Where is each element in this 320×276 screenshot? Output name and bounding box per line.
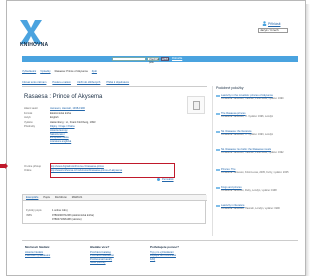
similar-item-link[interactable]: Princes: The xyxy=(216,168,296,172)
similar-item-meta: Od autora: Jameson, Hannah, 1938-1990, v… xyxy=(221,151,284,155)
login-link[interactable]: Přihlásit xyxy=(268,22,280,26)
cite-button[interactable]: Citovat tento záznam xyxy=(22,81,46,86)
similar-item-meta: Od autora: Jameson, Hannah, Londýn, vydá… xyxy=(221,207,280,211)
similar-item: Sk. Rasaesa: the literature Od autora: J… xyxy=(216,130,296,137)
book-cover xyxy=(187,96,205,114)
favorite-button[interactable]: Uložit do oblíbených xyxy=(77,81,100,86)
footer-link[interactable]: Nové položky xyxy=(90,261,150,265)
footer: Možnosti hledání Historie hledání Pokroč… xyxy=(22,240,298,270)
similar-item-meta: Od autora: Jameson, Ruby, Londýn, vydáno… xyxy=(221,189,277,193)
tab-extended[interactable]: Rozšířené xyxy=(55,195,67,200)
similar-item-link[interactable]: Kings and princes xyxy=(216,186,296,190)
order-button[interactable]: Přidat k objednávce xyxy=(106,81,129,86)
subject-link[interactable]: Historie Evropy xyxy=(50,129,75,132)
logo-icon xyxy=(20,20,42,44)
page-title: Rasaesa : Prince of Akysema xyxy=(24,94,103,100)
book-placeholder-icon xyxy=(192,100,200,110)
holdings-panel: Exempláře Popis Rozšířené MARC21 Fyzický… xyxy=(22,194,207,224)
permalink-link[interactable]: Permalink xyxy=(162,178,174,181)
breadcrumb-back[interactable]: Zpět xyxy=(92,70,97,74)
tab-description[interactable]: Popis xyxy=(43,195,50,200)
holdings-row: 9780471096198 (vázáno) xyxy=(26,218,196,223)
footer-column: Hledáte více? Procházet katalog Procháze… xyxy=(90,245,150,265)
subjects-row: Předměty Dějiny / Kraje / Praha Historie… xyxy=(24,125,189,147)
permalink-icon xyxy=(157,178,160,181)
similar-item-meta: Od autora: Jameson, Kristi Lucas, 2005, … xyxy=(221,171,289,175)
similar-item: Lascivity in literature Od autora: James… xyxy=(216,204,296,211)
breadcrumb-item[interactable]: Vyhledávání xyxy=(22,70,36,74)
similar-item-link[interactable]: Lascivity in the novelists: princes of A… xyxy=(216,94,296,98)
holdings-tabs: Exempláře Popis Rozšířené MARC21 xyxy=(23,195,207,201)
page-shadow xyxy=(306,4,310,276)
footer-link[interactable]: FAQ xyxy=(150,258,210,262)
similar-item: Princes: The Od autora: Jameson, Kristi … xyxy=(216,168,296,175)
similar-item-link[interactable]: Lascivity in literature xyxy=(216,204,296,208)
similar-heading: Podobné položky xyxy=(216,86,244,90)
holdings-rows: Fyzický popis 1 online zdroj ISBN 978019… xyxy=(26,209,196,223)
subject-link[interactable]: Literatura anglická xyxy=(50,140,75,143)
language-select[interactable]: Jazyk / Czech xyxy=(258,28,288,33)
highlight-box xyxy=(50,163,175,178)
footer-heading: Potřebujete pomoc? xyxy=(150,245,180,249)
footer-column: Možnosti hledání Historie hledání Pokroč… xyxy=(25,245,85,258)
similar-item: Kings and princes Od autora: Jameson, Ru… xyxy=(216,186,296,193)
logo-text: KNIHOVNA xyxy=(20,42,49,48)
footer-link[interactable]: Pokročilé vyhledávání xyxy=(25,254,85,258)
subject-link[interactable]: Evropská města xyxy=(50,136,75,139)
search-input[interactable] xyxy=(112,57,146,61)
similar-item: Sk. Rasaesa: Isu bello: the Rasaesa nove… xyxy=(216,148,296,155)
subjects-list: Dějiny / Kraje / Praha Historie Evropy N… xyxy=(50,125,75,147)
similar-item-meta: Od autora: Jameson, Hannah, 1938-1990, v… xyxy=(221,97,284,101)
subjects-label: Předměty xyxy=(24,125,36,129)
arrow-pointer-icon xyxy=(0,163,8,169)
holdings-label xyxy=(26,218,52,223)
breadcrumb-item[interactable]: Výsledky xyxy=(40,70,50,74)
similar-item-link[interactable]: Sk. Rasaesa: the literature xyxy=(216,130,296,134)
breadcrumb-current: Rasaesa: Prince of Akysema xyxy=(54,70,88,73)
similar-items-panel: Podobné položky Lascivity in the novelis… xyxy=(212,86,296,236)
subject-link[interactable]: Dějiny / Kraje / Praha xyxy=(50,125,75,128)
record-actions: Citovat tento záznam Poslat e-mailem Ulo… xyxy=(22,81,207,87)
tab-holdings[interactable]: Exempláře xyxy=(26,195,38,200)
footer-column: Potřebujete pomoc? Tipy pro vyhledávání … xyxy=(150,245,210,261)
footer-heading: Hledáte více? xyxy=(90,245,110,249)
tab-marc[interactable]: MARC21 xyxy=(72,195,83,200)
search-button[interactable]: Hledat xyxy=(161,57,169,61)
similar-item-meta: Od autora: Jameson, H. Vydáno: 1996, Lon… xyxy=(221,115,274,119)
record-details: Hlavní autor Jameson, Hannah, 1938-1990 … xyxy=(24,107,189,147)
search-field-select[interactable]: Všechna pole xyxy=(147,57,159,64)
breadcrumb: Vyhledávání Výsledky Rasaesa: Prince of … xyxy=(22,70,202,74)
similar-item-meta: Od autora: Jameson, H. Vydáno: 1993, Lon… xyxy=(221,133,274,137)
email-button[interactable]: Poslat e-mailem xyxy=(52,81,71,86)
holdings-value: 9780471096198 (vázáno) xyxy=(52,218,82,222)
advanced-search-link[interactable]: Pokročilé xyxy=(172,57,182,60)
similar-item: Lascivity in the novelists: princes of A… xyxy=(216,94,296,101)
search-bar xyxy=(22,56,298,62)
footer-heading: Možnosti hledání xyxy=(25,245,50,249)
user-icon xyxy=(262,21,267,26)
similar-item-link[interactable]: Sk. Rasaesa: Isu bello: the Rasaesa nove… xyxy=(216,148,296,152)
similar-item-link[interactable]: The Rasaesa princes xyxy=(216,112,296,116)
online-label: Online xyxy=(24,169,32,173)
similar-item: The Rasaesa princes Od autora: Jameson, … xyxy=(216,112,296,119)
